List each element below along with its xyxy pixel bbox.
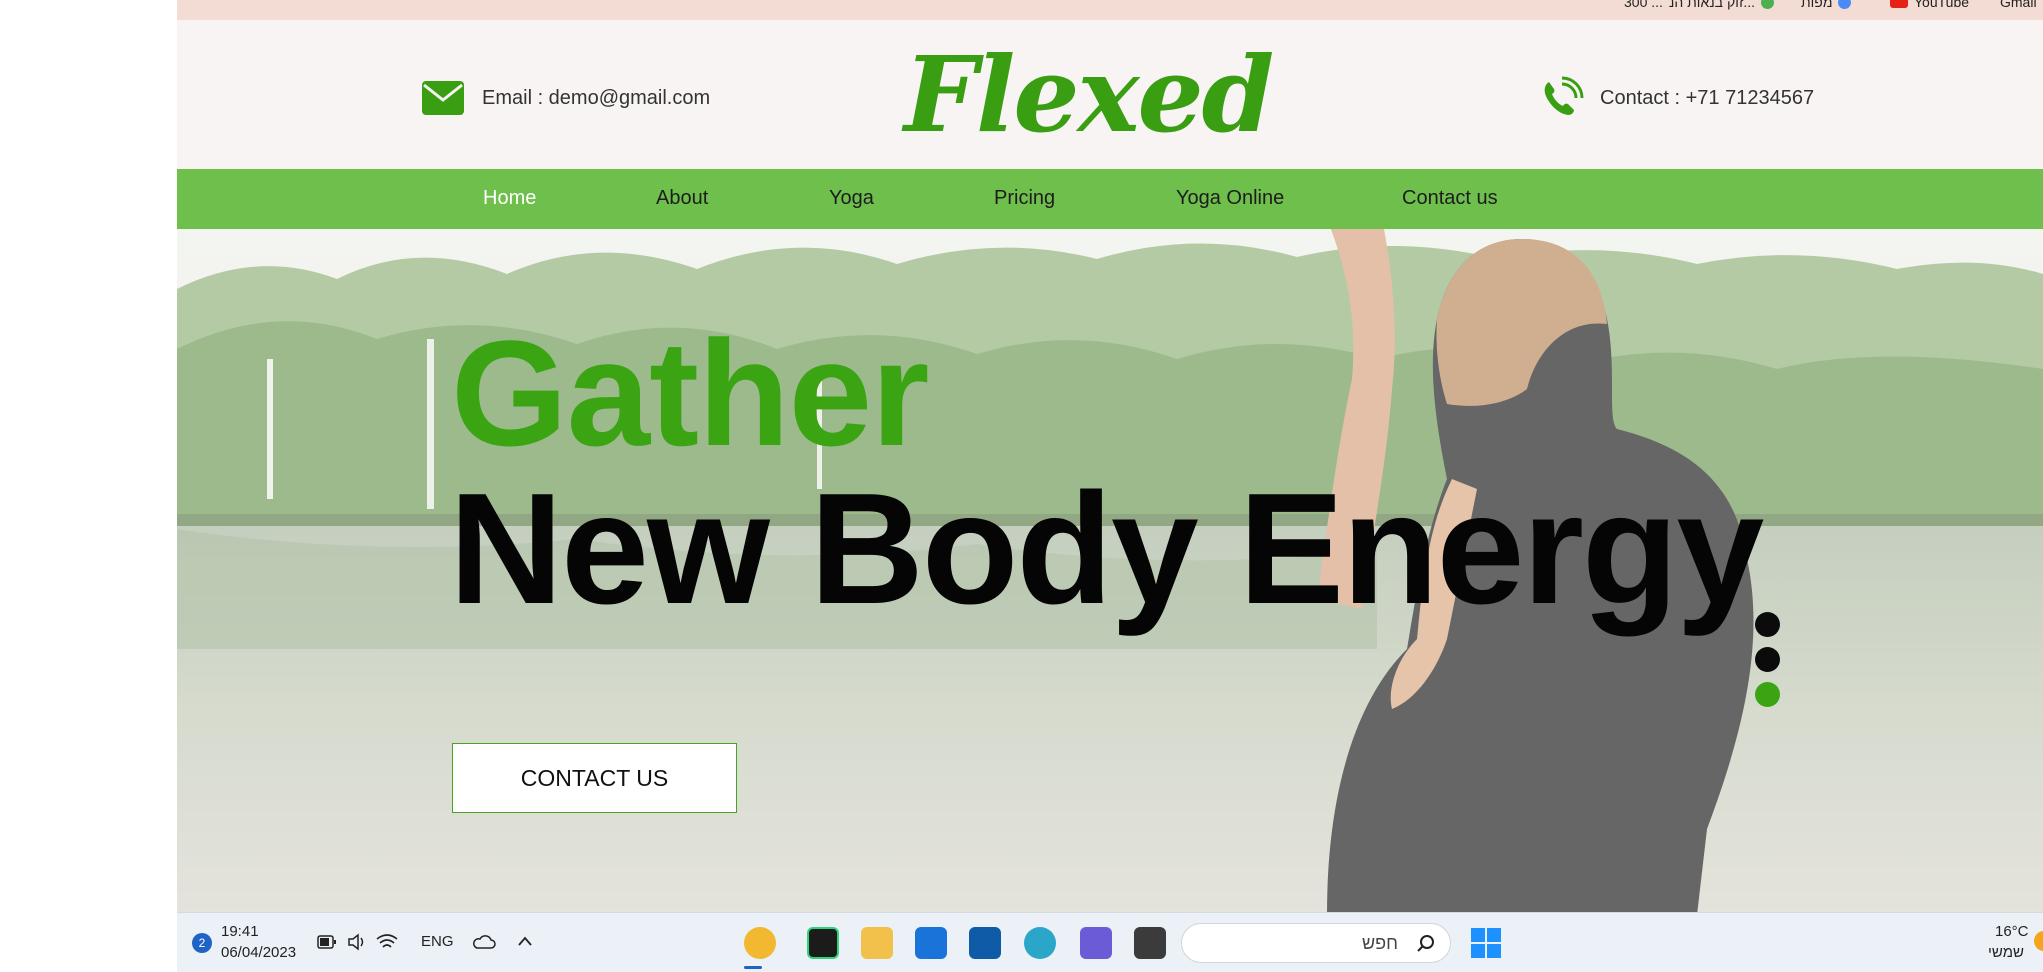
taskbar-search[interactable]: חפש [1181,923,1451,963]
nav-yoga[interactable]: Yoga [829,187,874,210]
hero-heading-line2: New Body Energy [449,461,1764,637]
header-email[interactable]: Email : demo@gmail.com [422,81,710,115]
app-icon[interactable] [1134,927,1166,959]
bookmark-maps[interactable]: מפות [1801,0,1852,10]
hero-heading-line1: Gather [451,309,929,477]
file-explorer-icon[interactable] [861,927,893,959]
bookmark-gmail[interactable]: Gmail [2000,0,2037,10]
teams-chat-icon[interactable] [1080,927,1112,959]
slider-dot-3-active[interactable] [1755,682,1780,707]
taskbar-search-placeholder: חפש [1362,933,1398,953]
windows-taskbar: 2 19:41 06/04/2023 ENG חפש 16°C שמשי [177,912,2043,972]
bookmarks-bar: Gmail YouTube מפות 300 ... זוק בנאות הנ.… [177,0,2043,21]
bookmark-green-icon [1761,0,1775,9]
bookmark-youtube-label: YouTube [1914,0,1970,10]
mail-icon[interactable] [915,927,947,959]
nav-contact-us[interactable]: Contact us [1402,187,1498,210]
battery-icon[interactable] [317,935,337,949]
microsoft-store-icon[interactable] [969,927,1001,959]
main-nav: Home About Yoga Pricing Yoga Online Cont… [177,169,2043,229]
bookmark-maps-label: מפות [1801,0,1833,10]
windows-start-icon[interactable] [1470,927,1502,959]
bookmark-gmail-label: Gmail [2000,0,2037,10]
site-header: Email : demo@gmail.com Flexed Contact : … [177,20,2043,169]
contact-text: Contact : +71 71234567 [1600,86,1815,109]
pycharm-icon[interactable] [807,927,839,959]
nav-pricing[interactable]: Pricing [994,187,1055,210]
chevron-up-icon[interactable] [517,935,533,947]
chrome-profile-icon[interactable] [744,927,776,959]
header-contact[interactable]: Contact : +71 71234567 [1540,76,1814,120]
wifi-icon[interactable] [376,933,398,951]
bookmark-other-label-2: זוק בנאות הנ... [1668,0,1756,10]
browser-viewport: Gmail YouTube מפות 300 ... זוק בנאות הנ.… [177,0,2043,972]
weather-temperature[interactable]: 16°C [1995,923,2029,940]
clock-time[interactable]: 19:41 [221,923,259,940]
search-icon [1417,935,1434,952]
contact-us-button[interactable]: CONTACT US [452,743,737,813]
youtube-icon [1890,0,1908,8]
bookmark-youtube[interactable]: YouTube [1890,0,1969,10]
maps-icon [1838,0,1852,9]
onedrive-cloud-icon[interactable] [472,934,496,950]
weather-condition[interactable]: שמשי [1988,944,2024,961]
edge-icon[interactable] [1024,927,1056,959]
slider-dot-2[interactable] [1755,647,1780,672]
notification-badge[interactable]: 2 [192,933,212,953]
envelope-icon [422,81,464,115]
email-text: Email : demo@gmail.com [482,86,711,109]
nav-home[interactable]: Home [483,187,536,210]
bookmark-other[interactable]: 300 ... זוק בנאות הנ... [1624,0,1775,10]
nav-yoga-online[interactable]: Yoga Online [1176,187,1284,210]
nav-about[interactable]: About [656,187,708,210]
slider-dots [1755,612,1780,717]
volume-icon[interactable] [347,933,367,951]
clock-date[interactable]: 06/04/2023 [221,944,296,961]
weather-sun-icon[interactable] [2034,931,2043,951]
active-app-indicator [744,966,762,969]
hero-banner: Gather New Body Energy CONTACT US [177,229,2043,915]
slider-dot-1[interactable] [1755,612,1780,637]
site-logo[interactable]: Flexed [904,36,1274,154]
phone-icon [1544,76,1584,115]
bookmark-other-label: 300 ... [1624,0,1663,10]
language-indicator[interactable]: ENG [421,933,454,950]
